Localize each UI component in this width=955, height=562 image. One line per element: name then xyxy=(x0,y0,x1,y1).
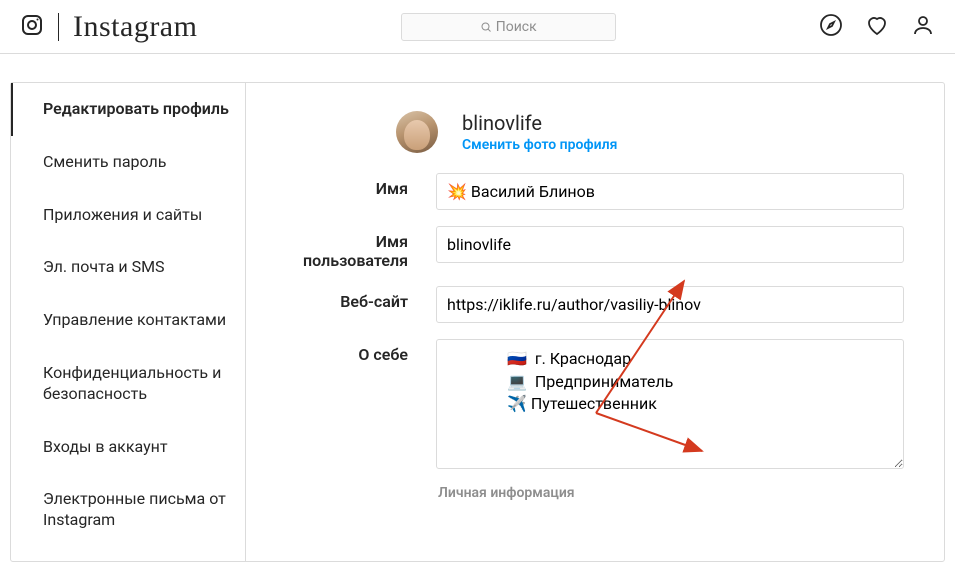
sidebar-item-apps-websites[interactable]: Приложения и сайты xyxy=(11,189,245,242)
profile-header: blinovlife Сменить фото профиля xyxy=(396,111,904,153)
explore-icon[interactable] xyxy=(819,13,843,41)
sidebar-item-privacy-security[interactable]: Конфиденциальность и безопасность xyxy=(11,347,245,421)
profile-icon[interactable] xyxy=(911,13,935,41)
sidebar-item-email-sms[interactable]: Эл. почта и SMS xyxy=(11,241,245,294)
sidebar-item-manage-contacts[interactable]: Управление контактами xyxy=(11,294,245,347)
settings-container: Редактировать профиль Сменить пароль При… xyxy=(10,82,945,562)
sidebar-item-login-activity[interactable]: Входы в аккаунт xyxy=(11,421,245,474)
row-bio: О себе xyxy=(286,339,904,469)
top-bar: Instagram Поиск xyxy=(0,0,955,54)
website-input[interactable] xyxy=(436,286,904,323)
name-input[interactable] xyxy=(436,173,904,210)
row-username: Имя пользователя xyxy=(286,226,904,270)
logo-divider xyxy=(58,13,59,41)
heart-icon[interactable] xyxy=(865,13,889,41)
settings-sidebar: Редактировать профиль Сменить пароль При… xyxy=(11,83,246,561)
label-username: Имя пользователя xyxy=(286,226,436,270)
personal-info-heading: Личная информация xyxy=(438,485,904,501)
nav-icons xyxy=(819,13,935,41)
search-icon xyxy=(480,21,492,33)
settings-content: blinovlife Сменить фото профиля Имя Имя … xyxy=(246,83,944,561)
search-wrap: Поиск xyxy=(213,13,803,41)
change-photo-link[interactable]: Сменить фото профиля xyxy=(462,137,617,153)
sidebar-item-edit-profile[interactable]: Редактировать профиль xyxy=(11,83,245,136)
profile-username: blinovlife xyxy=(462,111,617,135)
search-input[interactable]: Поиск xyxy=(401,13,616,41)
label-name: Имя xyxy=(286,173,436,198)
brand-wordmark[interactable]: Instagram xyxy=(73,10,197,44)
avatar[interactable] xyxy=(396,111,438,153)
bio-textarea[interactable] xyxy=(436,339,904,469)
username-input[interactable] xyxy=(436,226,904,263)
label-bio: О себе xyxy=(286,339,436,364)
search-placeholder: Поиск xyxy=(496,19,537,35)
row-website: Веб-сайт xyxy=(286,286,904,323)
sidebar-item-change-password[interactable]: Сменить пароль xyxy=(11,136,245,189)
label-website: Веб-сайт xyxy=(286,286,436,311)
row-name: Имя xyxy=(286,173,904,210)
logo-group: Instagram xyxy=(20,10,197,44)
sidebar-item-emails-from-instagram[interactable]: Электронные письма от Instagram xyxy=(11,473,245,547)
instagram-glyph-icon[interactable] xyxy=(20,13,44,41)
